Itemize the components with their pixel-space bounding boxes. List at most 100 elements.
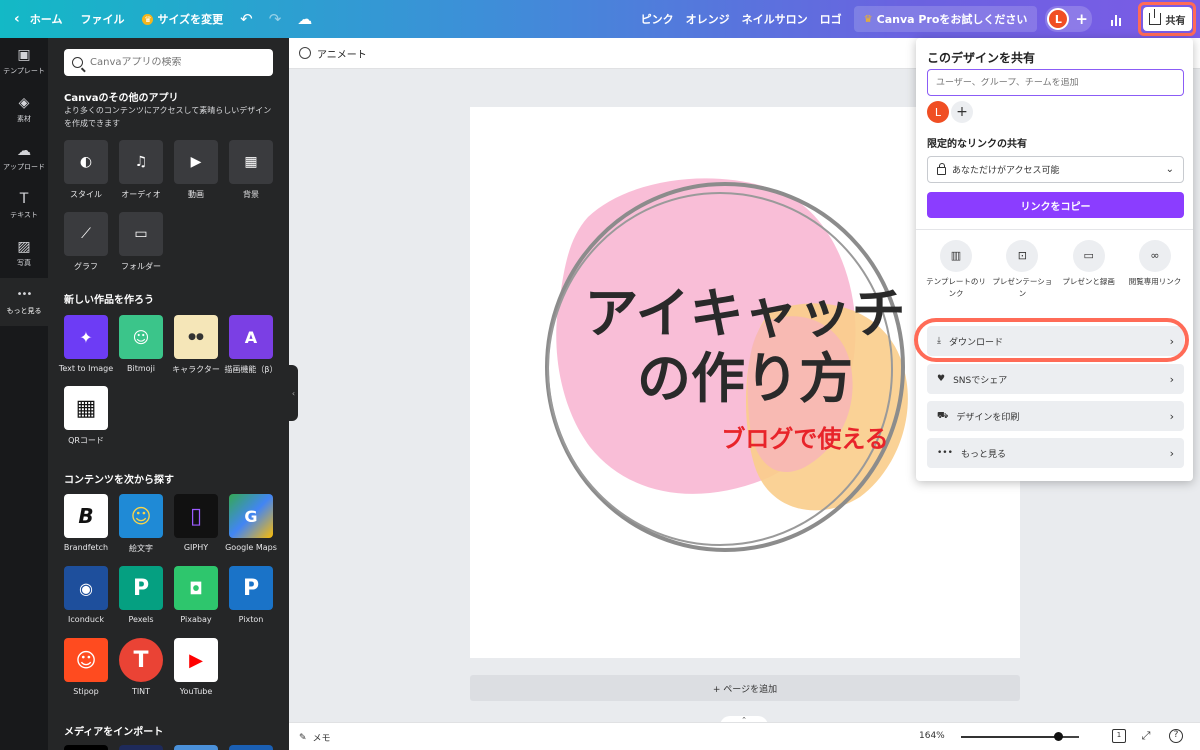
rail-item-photo[interactable]: ▨ 写真 (0, 230, 48, 278)
page-count-button[interactable]: 1 (1112, 729, 1126, 743)
app-bitmoji[interactable]: ☺ Bitmoji (119, 315, 163, 373)
copy-link-button[interactable]: リンクをコピー (927, 192, 1184, 218)
canva-pro-button[interactable]: ♛ Canva Proをお試しください (853, 6, 1038, 32)
title-link-nail[interactable]: ネイルサロン (736, 11, 814, 27)
app-character[interactable]: ●● キャラクター (172, 315, 220, 375)
search-input[interactable] (90, 57, 260, 68)
app-tint[interactable]: T TINT (119, 638, 163, 696)
title-link-logo[interactable]: ロゴ (814, 11, 848, 27)
zoom-value[interactable]: 164% (919, 731, 945, 741)
share-option-record[interactable]: ▭ プレゼンと録画 (1056, 240, 1122, 300)
app-pexels[interactable]: P Pexels (119, 566, 163, 624)
avatar[interactable]: L (1047, 8, 1070, 30)
iconduck-icon: ◉ (64, 566, 108, 610)
print-design-button[interactable]: ⛟ デザインを印刷 › (927, 401, 1184, 431)
pixabay-icon: ◘ (174, 566, 218, 610)
import-tile[interactable] (174, 745, 218, 750)
add-person-button[interactable]: + (951, 101, 973, 123)
app-label: Bitmoji (127, 364, 155, 373)
app-label: Text to Image (58, 364, 114, 373)
more-icon: ••• (937, 448, 953, 458)
access-dropdown[interactable]: あなただけがアクセス可能 ⌄ (927, 156, 1184, 183)
share-option-template-link[interactable]: ▥ テンプレートのリンク (923, 240, 989, 300)
add-member-group[interactable]: L + (1045, 6, 1092, 32)
app-giphy[interactable]: ▯ GIPHY (174, 494, 218, 552)
tool-audio[interactable]: ♫ オーディオ (119, 140, 163, 200)
resize-button[interactable]: ♛ サイズを変更 (133, 0, 232, 38)
more-options-button[interactable]: ••• もっと見る › (927, 438, 1184, 468)
import-tile[interactable] (64, 745, 108, 750)
app-brandfetch[interactable]: B Brandfetch (64, 494, 108, 552)
title-link-pink[interactable]: ピンク (635, 11, 680, 27)
zoom-slider-thumb[interactable] (1053, 732, 1063, 741)
app-text-to-image[interactable]: ✦ Text to Image (59, 315, 113, 373)
share-option-label: プレゼンと録画 (1062, 277, 1115, 286)
add-page-button[interactable]: + ページを追加 (470, 675, 1020, 701)
share-options: ▥ テンプレートのリンク ⊡ プレゼンテーション ▭ プレゼンと録画 ∞ 閲覧専… (923, 240, 1188, 300)
photo-icon: ▨ (17, 239, 31, 255)
tool-video[interactable]: ▶ 動画 (174, 140, 218, 200)
app-youtube[interactable]: ▶ YouTube (174, 638, 218, 696)
share-option-view-link[interactable]: ∞ 閲覧専用リンク (1122, 240, 1188, 300)
rail-item-elements[interactable]: ◈ 素材 (0, 86, 48, 134)
tool-chart[interactable]: ⟋ グラフ (64, 212, 108, 272)
app-qr-code[interactable]: ▦ QRコード (64, 386, 108, 446)
tool-background[interactable]: ▦ 背景 (229, 140, 273, 200)
import-tile[interactable] (119, 745, 163, 750)
tool-label: フォルダー (121, 262, 161, 271)
panel-collapse-handle[interactable]: ‹ (289, 365, 298, 421)
bar-chart-icon-bar (1119, 18, 1121, 26)
app-label: Google Maps (225, 543, 277, 552)
fullscreen-icon[interactable]: ⤢ (1139, 729, 1153, 743)
tool-folder[interactable]: ▭ フォルダー (119, 212, 163, 272)
stipop-icon: ☺ (64, 638, 108, 682)
app-search[interactable] (64, 49, 273, 76)
plus-icon[interactable]: + (1075, 10, 1088, 28)
rail-label: テキスト (10, 211, 38, 219)
section-title-explore: コンテンツを次から探す (64, 475, 174, 486)
row-label: もっと見る (960, 449, 1006, 460)
share-people-input[interactable] (936, 77, 1176, 88)
share-button[interactable]: 共有 (1142, 7, 1192, 31)
title-link-orange[interactable]: オレンジ (680, 11, 736, 27)
app-emoji[interactable]: ☺ 絵文字 (119, 494, 163, 554)
animate-button[interactable]: アニメート (317, 46, 367, 61)
giphy-icon: ▯ (174, 494, 218, 538)
qr-code-icon: ▦ (64, 386, 108, 430)
rail-item-text[interactable]: T テキスト (0, 182, 48, 230)
app-iconduck[interactable]: ◉ Iconduck (64, 566, 108, 624)
tool-label: 動画 (188, 190, 204, 199)
share-people-field[interactable] (927, 69, 1184, 96)
file-menu[interactable]: ファイル (71, 0, 133, 38)
cloud-save-status[interactable]: ☁ (289, 0, 320, 38)
import-tile[interactable] (229, 745, 273, 750)
home-button[interactable]: ‹ ホーム (0, 0, 71, 38)
tool-style[interactable]: ◐ スタイル (64, 140, 108, 200)
rail-item-more[interactable]: ••• もっと見る (0, 278, 48, 326)
help-button[interactable]: ? (1169, 729, 1183, 743)
undo-button[interactable]: ↶ (232, 0, 261, 38)
app-label: キャラクター (172, 365, 220, 374)
app-pixton[interactable]: P Pixton (229, 566, 273, 624)
insights-button[interactable] (1104, 7, 1128, 31)
elements-icon: ◈ (18, 95, 30, 111)
avatar[interactable]: L (927, 101, 949, 123)
more-icon: ••• (16, 289, 33, 300)
share-option-presentation[interactable]: ⊡ プレゼンテーション (989, 240, 1055, 300)
share-menu: このデザインを共有 L + 限定的なリンクの共有 あなただけがアクセス可能 ⌄ … (916, 38, 1193, 481)
memo-button[interactable]: ✎ メモ (299, 731, 331, 745)
character-icon: ●● (174, 315, 218, 359)
tool-label: グラフ (74, 262, 98, 271)
rail-item-upload[interactable]: ☁ アップロード (0, 134, 48, 182)
canva-pro-label: Canva Proをお試しください (876, 13, 1028, 26)
rail-item-template[interactable]: ▣ テンプレート (0, 38, 48, 86)
view-link-icon: ∞ (1138, 240, 1171, 272)
draw-icon: A (229, 315, 273, 359)
app-stipop[interactable]: ☺ Stipop (64, 638, 108, 696)
app-draw[interactable]: A 描画機能（β） (224, 315, 278, 375)
sns-share-button[interactable]: ♥ SNSでシェア › (927, 364, 1184, 394)
top-bar: ‹ ホーム ファイル ♛ サイズを変更 ↶ ↷ ☁ ピンク オレンジ ネイルサロ… (0, 0, 1200, 38)
app-google-maps[interactable]: G Google Maps (225, 494, 277, 552)
app-pixabay[interactable]: ◘ Pixabay (174, 566, 218, 624)
redo-button[interactable]: ↷ (261, 0, 290, 38)
